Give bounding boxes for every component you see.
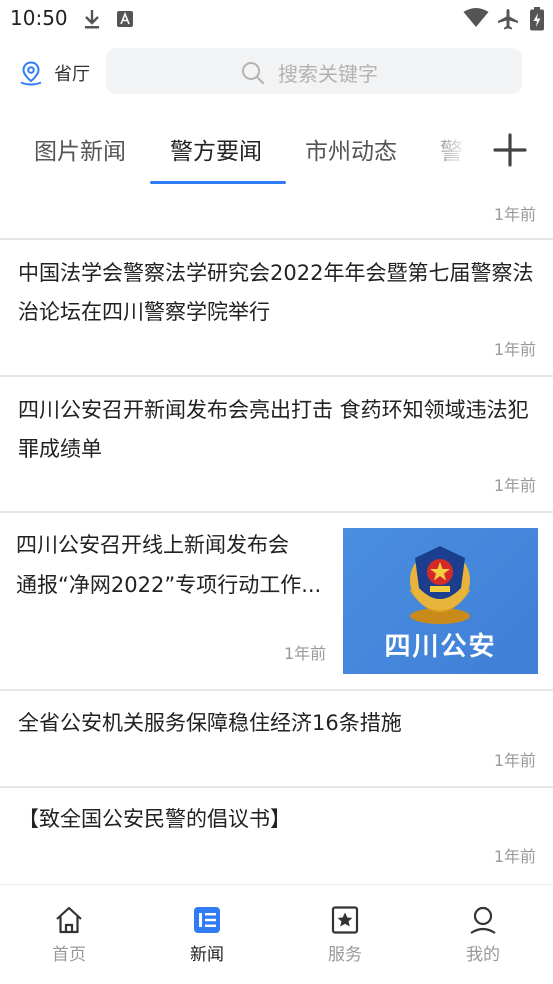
home-icon	[56, 906, 82, 934]
location-pin-icon	[20, 61, 42, 86]
download-icon	[85, 10, 99, 29]
search-placeholder: 搜索关键字	[278, 62, 378, 86]
battery-charging-icon	[530, 7, 544, 31]
news-time: 1年前	[493, 340, 536, 359]
header: 省厅 搜索关键字	[0, 38, 553, 110]
nav-label: 我的	[466, 945, 500, 965]
news-thumbnail: 四川公安	[343, 528, 538, 674]
thumbnail-text: 四川公安	[384, 632, 497, 662]
nav-profile[interactable]: 我的	[443, 905, 523, 965]
search-icon	[242, 62, 265, 85]
tab-fade	[420, 118, 480, 188]
nav-home[interactable]: 首页	[29, 905, 109, 965]
airplane-mode-icon	[498, 9, 518, 30]
app-notification-icon	[117, 11, 133, 27]
news-icon	[194, 907, 220, 933]
add-tab-icon[interactable]	[492, 132, 528, 168]
bottom-nav: 首页 新闻 服务 我的	[0, 884, 553, 984]
divider	[0, 238, 553, 240]
news-time: 1年前	[284, 644, 327, 663]
wifi-icon	[463, 8, 489, 27]
news-time: 1年前	[493, 751, 536, 770]
tab-city-updates[interactable]: 市州动态	[305, 132, 397, 166]
profile-icon	[470, 906, 496, 934]
nav-service[interactable]: 服务	[305, 905, 385, 965]
divider	[0, 511, 553, 513]
news-title: 【致全国公安民警的倡议书】	[18, 807, 291, 831]
location-label: 省厅	[54, 64, 90, 85]
news-title: 全省公安机关服务保障稳住经济16条措施	[18, 711, 402, 735]
nav-label: 新闻	[190, 945, 224, 965]
news-title: 四川公安召开新闻发布会亮出打击 食药环知领域违法犯罪成绩单	[18, 398, 529, 461]
divider	[0, 689, 553, 691]
active-tab-indicator	[150, 181, 286, 184]
search-input[interactable]: 搜索关键字	[106, 48, 522, 94]
nav-news[interactable]: 新闻	[167, 905, 247, 965]
location-selector[interactable]: 省厅	[18, 60, 90, 86]
news-title: 中国法学会警察法学研究会2022年年会暨第七届警察法治论坛在四川警察学院举行	[18, 261, 534, 324]
nav-label: 首页	[52, 945, 86, 965]
category-tabs: 图片新闻 警方要闻 市州动态 警	[0, 118, 553, 188]
nav-label: 服务	[328, 945, 362, 965]
news-time: 1年前	[493, 847, 536, 866]
news-time: 1年前	[493, 205, 536, 224]
status-time: 10:50	[10, 6, 68, 30]
news-time: 1年前	[493, 476, 536, 495]
tab-police-news[interactable]: 警方要闻	[170, 132, 262, 166]
news-title: 四川公安召开线上新闻发布会 通报“净网2022”专项行动工作...	[16, 525, 334, 605]
news-title-line1: 四川公安召开线上新闻发布会	[16, 533, 289, 557]
divider	[0, 786, 553, 788]
status-bar: 10:50	[0, 0, 553, 38]
service-star-icon	[331, 906, 359, 934]
tab-picture-news[interactable]: 图片新闻	[34, 132, 126, 166]
news-title-line2: 通报“净网2022”专项行动工作...	[16, 573, 322, 597]
divider	[0, 375, 553, 377]
